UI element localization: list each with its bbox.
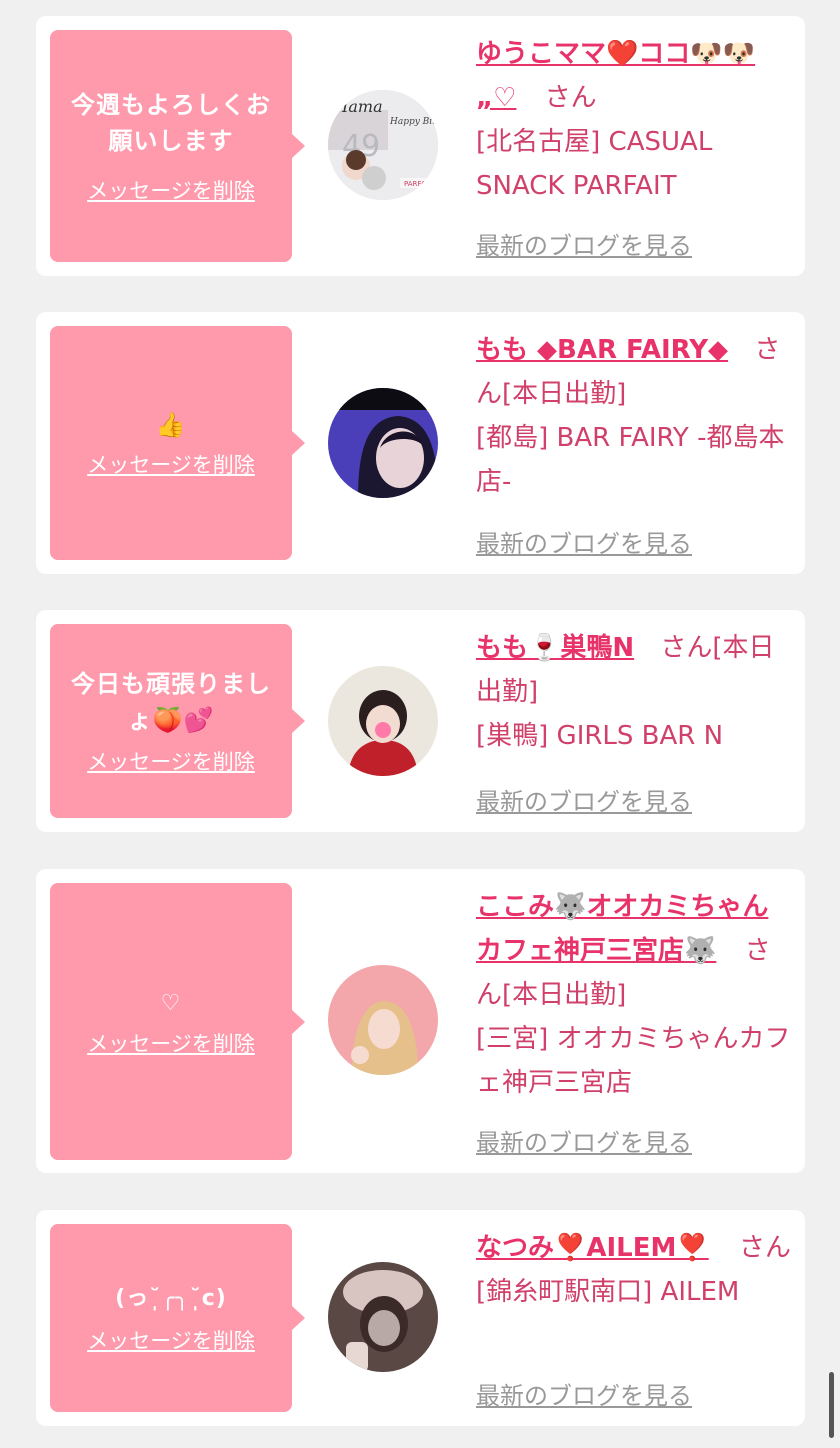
cast-name-link[interactable]: なつみ❣️AILEM❣️ bbox=[476, 1233, 709, 1263]
message-text: 今日も頑張りまし ょ🍑💕 bbox=[71, 670, 271, 734]
delete-message-link[interactable]: メッセージを削除 bbox=[87, 175, 255, 205]
message-text: 👍 bbox=[155, 411, 187, 439]
message-text: (っ˘̩╭╮˘̩c) bbox=[115, 1286, 227, 1311]
delete-message-link[interactable]: メッセージを削除 bbox=[87, 1325, 255, 1355]
cast-name-link[interactable]: ゆうこママ❤️ココ🐶🐶„♡ bbox=[476, 39, 755, 113]
message-text: 今週もよろしくお 願いします bbox=[71, 91, 271, 155]
message-bubble: 今日も頑張りまし ょ🍑💕 メッセージを削除 bbox=[50, 624, 305, 818]
delete-message-link[interactable]: メッセージを削除 bbox=[87, 1028, 255, 1058]
message-bubble: 今週もよろしくお 願いします メッセージを削除 bbox=[50, 30, 305, 262]
cast-name-line: ここみ🐺オオカミちゃんカフェ神戸三宮店🐺 さん[本日出勤] bbox=[476, 885, 792, 1017]
shop-name: [北名古屋] CASUAL SNACK PARFAIT bbox=[476, 127, 713, 201]
message-card: ♡ メッセージを削除 ここみ🐺オオカミちゃんカフェ神戸三宮店🐺 さん[本日出勤]… bbox=[36, 869, 805, 1173]
svg-text:Happy Birthday: Happy Birthday bbox=[389, 117, 438, 127]
avatar[interactable] bbox=[328, 388, 438, 498]
cast-name-line: なつみ❣️AILEM❣️ さん bbox=[476, 1226, 792, 1270]
cast-name-link[interactable]: もも🍷巣鴨N bbox=[476, 633, 634, 663]
avatar[interactable] bbox=[328, 1262, 438, 1372]
portrait-photo-icon bbox=[328, 965, 438, 1075]
avatar[interactable]: Mama 49 Happy Birthday PARFAIT bbox=[328, 90, 438, 200]
cast-info: もも🍷巣鴨N さん[本日出勤] [巣鴨] GIRLS BAR N bbox=[476, 626, 792, 758]
cast-info: なつみ❣️AILEM❣️ さん [錦糸町駅南口] AILEM bbox=[476, 1226, 792, 1314]
cast-info: ここみ🐺オオカミちゃんカフェ神戸三宮店🐺 さん[本日出勤] [三宮] オオカミち… bbox=[476, 885, 792, 1105]
cast-suffix: さん bbox=[544, 83, 597, 113]
latest-blog-link[interactable]: 最新のブログを見る bbox=[476, 1123, 692, 1158]
message-bubble: 👍 メッセージを削除 bbox=[50, 326, 305, 560]
latest-blog-link[interactable]: 最新のブログを見る bbox=[476, 226, 692, 261]
birthday-photo-icon: Mama 49 Happy Birthday PARFAIT bbox=[328, 90, 438, 200]
delete-message-link[interactable]: メッセージを削除 bbox=[87, 746, 255, 776]
cast-suffix: さん bbox=[739, 1233, 792, 1263]
cast-info: もも ◆BAR FAIRY◆ さん[本日出勤] [都島] BAR FAIRY -… bbox=[476, 328, 792, 504]
shop-name: [巣鴨] GIRLS BAR N bbox=[476, 721, 724, 751]
shop-name: [錦糸町駅南口] AILEM bbox=[476, 1277, 740, 1307]
message-card: 👍 メッセージを削除 もも ◆BAR FAIRY◆ さん[本日出勤] [都島] … bbox=[36, 312, 805, 574]
portrait-photo-icon bbox=[328, 666, 438, 776]
avatar[interactable] bbox=[328, 666, 438, 776]
message-bubble: (っ˘̩╭╮˘̩c) メッセージを削除 bbox=[50, 1224, 305, 1412]
scrollbar[interactable] bbox=[829, 1372, 834, 1438]
portrait-photo-icon bbox=[328, 1262, 438, 1372]
latest-blog-link[interactable]: 最新のブログを見る bbox=[476, 782, 692, 817]
cast-name-link[interactable]: もも ◆BAR FAIRY◆ bbox=[476, 335, 728, 365]
cast-name-link[interactable]: ここみ🐺オオカミちゃんカフェ神戸三宮店🐺 bbox=[476, 892, 768, 966]
message-card: 今週もよろしくお 願いします メッセージを削除 Mama 49 Happy Bi… bbox=[36, 16, 805, 276]
message-card: 今日も頑張りまし ょ🍑💕 メッセージを削除 もも🍷巣鴨N さん[本日出勤] [巣… bbox=[36, 610, 805, 832]
cast-name-line: もも🍷巣鴨N さん[本日出勤] bbox=[476, 626, 792, 714]
message-card: (っ˘̩╭╮˘̩c) メッセージを削除 なつみ❣️AILEM❣️ さん [錦糸町… bbox=[36, 1210, 805, 1426]
avatar[interactable] bbox=[328, 965, 438, 1075]
delete-message-link[interactable]: メッセージを削除 bbox=[87, 449, 255, 479]
cast-name-line: もも ◆BAR FAIRY◆ さん[本日出勤] bbox=[476, 328, 792, 416]
message-text: ♡ bbox=[160, 990, 182, 1016]
message-bubble: ♡ メッセージを削除 bbox=[50, 883, 305, 1160]
svg-text:Mama: Mama bbox=[331, 97, 383, 116]
latest-blog-link[interactable]: 最新のブログを見る bbox=[476, 1376, 692, 1411]
portrait-photo-icon bbox=[328, 388, 438, 498]
cast-name-line: ゆうこママ❤️ココ🐶🐶„♡ さん bbox=[476, 32, 792, 120]
svg-text:PARFAIT: PARFAIT bbox=[404, 180, 433, 188]
cast-info: ゆうこママ❤️ココ🐶🐶„♡ さん [北名古屋] CASUAL SNACK PAR… bbox=[476, 32, 792, 208]
shop-name: [三宮] オオカミちゃんカフェ神戸三宮店 bbox=[476, 1024, 791, 1098]
shop-name: [都島] BAR FAIRY -都島本店- bbox=[476, 423, 785, 497]
latest-blog-link[interactable]: 最新のブログを見る bbox=[476, 524, 692, 559]
